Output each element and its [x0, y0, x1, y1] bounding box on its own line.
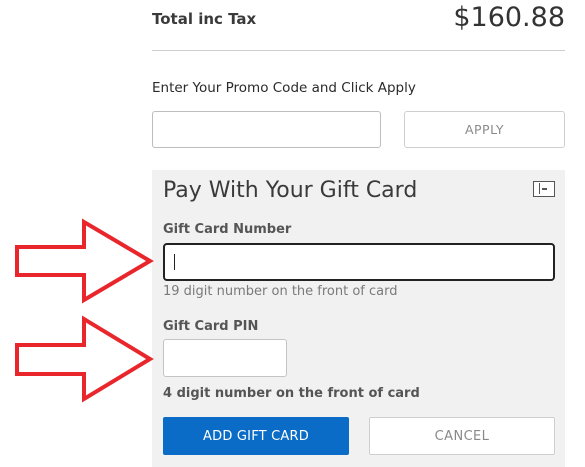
red-arrow-icon: [15, 315, 154, 403]
cancel-button[interactable]: CANCEL: [369, 417, 555, 455]
total-label: Total inc Tax: [152, 10, 257, 28]
red-arrow-icon: [15, 218, 154, 304]
collapse-panel-icon[interactable]: [533, 181, 555, 197]
promo-code-input[interactable]: [152, 111, 381, 148]
gift-card-number-label: Gift Card Number: [163, 222, 292, 237]
promo-code-label: Enter Your Promo Code and Click Apply: [152, 80, 416, 96]
gift-card-pin-hint: 4 digit number on the front of card: [163, 386, 420, 401]
gift-card-pin-label: Gift Card PIN: [163, 319, 259, 334]
add-gift-card-button[interactable]: ADD GIFT CARD: [163, 417, 349, 455]
apply-button[interactable]: APPLY: [404, 111, 565, 148]
gift-card-title: Pay With Your Gift Card: [163, 178, 418, 203]
divider: [152, 50, 565, 51]
text-caret: [174, 254, 175, 270]
gift-card-number-input[interactable]: [163, 243, 555, 281]
gift-card-panel: Pay With Your Gift Card Gift Card Number…: [152, 170, 565, 467]
total-value: $160.88: [453, 2, 565, 33]
gift-card-number-hint: 19 digit number on the front of card: [163, 284, 398, 299]
checkout-page: Total inc Tax $160.88 Enter Your Promo C…: [0, 0, 585, 467]
gift-card-pin-input[interactable]: [163, 339, 287, 377]
